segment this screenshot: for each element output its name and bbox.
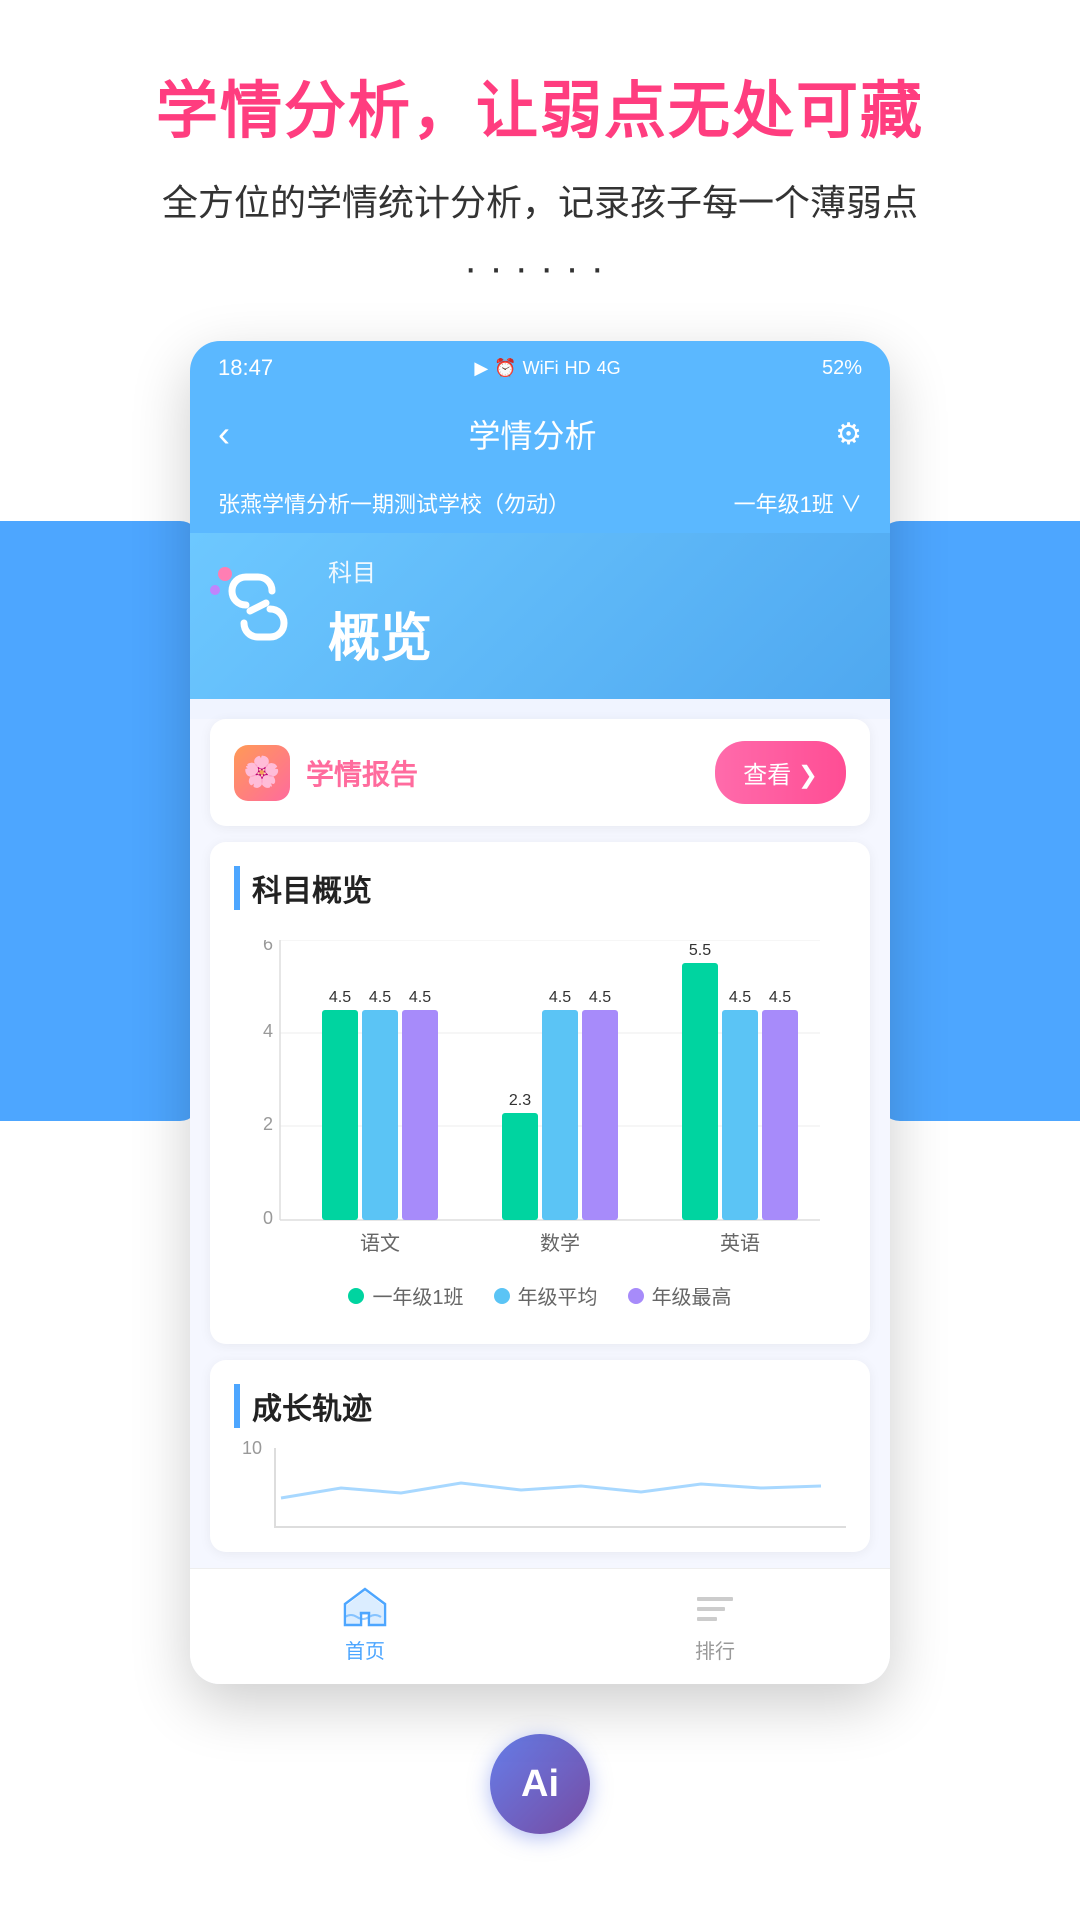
legend-label-class: 一年级1班 [372,1281,463,1310]
promo-title: 学情分析，让弱点无处可藏 [40,60,1040,150]
subject-logo-icon [218,567,298,647]
status-time: 18:47 [218,355,273,381]
growth-section: 成长轨迹 10 [210,1360,870,1552]
nav-item-home[interactable]: 首页 [340,1585,390,1664]
chart-legend: 一年级1班 年级平均 年级最高 [234,1281,846,1310]
network-icon: ▶ [474,358,488,379]
subject-icon-area [218,567,308,657]
settings-icon[interactable]: ⚙ [835,417,862,452]
svg-text:4: 4 [263,1021,273,1041]
signal-icon: 4G [597,358,621,379]
dot-purple [210,585,220,595]
subject-title: 概览 [328,596,862,671]
view-report-button[interactable]: 查看 ❯ [715,741,846,804]
chart-section-title: 科目概览 [234,866,846,910]
promo-area: 学情分析，让弱点无处可藏 全方位的学情统计分析，记录孩子每一个薄弱点 ·····… [0,0,1080,321]
nav-label-rank: 排行 [695,1635,735,1664]
svg-text:0: 0 [263,1208,273,1228]
legend-label-top: 年级最高 [652,1281,732,1310]
school-bar: 张燕学情分析一期测试学校（勿动） 一年级1班 ∨ [190,473,890,533]
home-icon [340,1585,390,1629]
subject-text: 科目 概览 [328,553,862,671]
chart-section: 科目概览 0 2 4 6 [210,842,870,1344]
svg-text:6: 6 [263,940,273,954]
svg-text:4.5: 4.5 [329,989,351,1006]
svg-text:2: 2 [263,1114,273,1134]
status-battery: 52% [822,357,862,380]
promo-dots: ······ [40,246,1040,291]
bottom-nav: 首页 排行 [190,1568,890,1684]
nav-item-rank[interactable]: 排行 [690,1585,740,1664]
svg-text:数学: 数学 [540,1232,580,1255]
blue-bg-left [0,521,200,1121]
growth-section-title: 成长轨迹 [234,1384,846,1428]
content-area: 🌸 学情报告 查看 ❯ 科目概览 [190,719,890,1684]
legend-item-class: 一年级1班 [348,1281,463,1310]
report-left: 🌸 学情报告 [234,745,418,801]
svg-text:2.3: 2.3 [509,1092,531,1109]
dot-pink [218,567,232,581]
status-icons: ▶ ⏰ WiFi HD 4G [474,358,620,379]
top-nav: ‹ 学情分析 ⚙ [190,395,890,473]
hd-icon: HD [565,358,591,379]
svg-text:4.5: 4.5 [729,989,751,1006]
status-bar: 18:47 ▶ ⏰ WiFi HD 4G 52% [190,341,890,395]
phone-screen: 18:47 ▶ ⏰ WiFi HD 4G 52% ‹ 学情分析 ⚙ 张燕学情分析… [190,341,890,1684]
svg-text:4.5: 4.5 [369,989,391,1006]
nav-label-home: 首页 [345,1635,385,1664]
legend-dot-purple [628,1288,644,1304]
blue-bg-right [880,521,1080,1121]
svg-text:语文: 语文 [360,1232,400,1255]
class-selector[interactable]: 一年级1班 ∨ [734,487,862,519]
ai-button-area: Ai [0,1704,1080,1874]
bar-chart: 0 2 4 6 4.5 4.5 4.5 语文 [234,940,846,1260]
svg-text:4.5: 4.5 [549,989,571,1006]
legend-dot-blue [494,1288,510,1304]
wifi-icon: WiFi [523,358,559,379]
report-text: 学情报告 [306,753,418,793]
legend-dot-green [348,1288,364,1304]
school-name: 张燕学情分析一期测试学校（勿动） [218,487,570,519]
legend-item-avg: 年级平均 [494,1281,598,1310]
growth-chart-stub [276,1448,846,1518]
report-card: 🌸 学情报告 查看 ❯ [210,719,870,826]
nav-title: 学情分析 [469,411,597,457]
ai-button[interactable]: Ai [490,1734,590,1834]
svg-text:4.5: 4.5 [589,989,611,1006]
subject-card: 科目 概览 [190,533,890,699]
phone-wrapper: 18:47 ▶ ⏰ WiFi HD 4G 52% ‹ 学情分析 ⚙ 张燕学情分析… [0,321,1080,1704]
svg-text:5.5: 5.5 [689,942,711,959]
report-icon: 🌸 [234,745,290,801]
alarm-icon: ⏰ [494,358,516,379]
back-button[interactable]: ‹ [218,413,230,455]
subject-label: 科目 [328,553,862,588]
legend-label-avg: 年级平均 [518,1281,598,1310]
svg-text:英语: 英语 [720,1232,760,1255]
svg-text:4.5: 4.5 [769,989,791,1006]
chart-container: 0 2 4 6 4.5 4.5 4.5 语文 [234,930,846,1320]
svg-text:4.5: 4.5 [409,989,431,1006]
ai-button-label: Ai [521,1763,559,1806]
legend-item-top: 年级最高 [628,1281,732,1310]
growth-y-label: 10 [242,1438,262,1459]
promo-subtitle: 全方位的学情统计分析，记录孩子每一个薄弱点 [40,174,1040,226]
rank-icon [690,1585,740,1629]
